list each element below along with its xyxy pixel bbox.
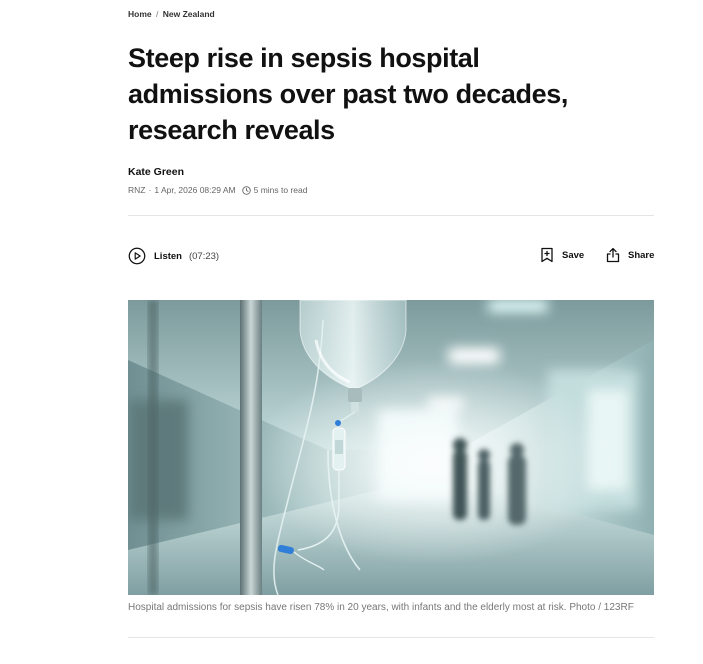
share-icon <box>606 247 620 263</box>
article-headline: Steep rise in sepsis hospital admissions… <box>128 43 568 145</box>
divider <box>128 637 654 638</box>
meta-separator: · <box>148 185 152 195</box>
hero-image <box>128 300 654 595</box>
breadcrumb: Home / New Zealand <box>128 9 215 19</box>
share-label: Share <box>628 249 655 261</box>
read-time: 5 mins to read <box>253 185 308 195</box>
breadcrumb-home-link[interactable]: Home <box>128 9 152 19</box>
play-circle-icon <box>128 247 146 265</box>
clock-icon <box>241 185 251 195</box>
breadcrumb-separator: / <box>156 9 159 19</box>
divider <box>128 215 654 216</box>
hospital-corridor-illustration <box>128 300 654 595</box>
breadcrumb-section-link[interactable]: New Zealand <box>163 9 215 19</box>
article-toolbar: Listen (07:23) Save Share <box>128 247 654 267</box>
source-label: RNZ <box>128 185 146 195</box>
listen-label: Listen <box>154 250 182 262</box>
share-button[interactable]: Share <box>606 247 654 263</box>
article-meta: RNZ · 1 Apr, 2026 08:29 AM 5 mins to rea… <box>128 185 308 195</box>
listen-button[interactable]: Listen (07:23) <box>128 247 219 265</box>
image-caption: Hospital admissions for sepsis have rise… <box>128 602 634 613</box>
bookmark-plus-icon <box>541 247 553 263</box>
author-name[interactable]: Kate Green <box>128 166 184 178</box>
save-label: Save <box>562 249 585 261</box>
listen-duration: (07:23) <box>188 250 220 262</box>
save-button[interactable]: Save <box>540 247 584 263</box>
published-date: 1 Apr, 2026 08:29 AM <box>154 185 236 195</box>
